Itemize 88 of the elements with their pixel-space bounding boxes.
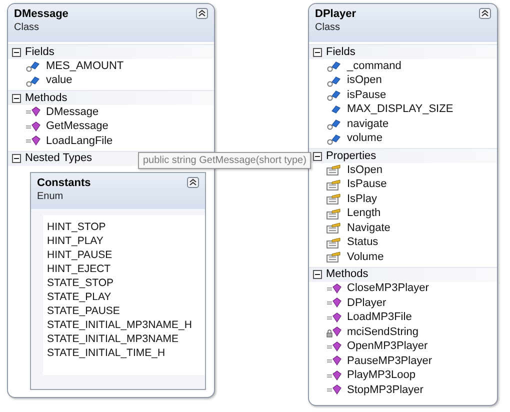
member-name: DMessage (46, 106, 99, 118)
class-name: DMessage (14, 8, 68, 21)
member-name: PlayMP3Loop (347, 370, 416, 382)
method-icon (326, 355, 342, 368)
member-name: isOpen (347, 75, 382, 86)
enum-value: STATE_INITIAL_MP3NAME (47, 332, 180, 346)
section-title: Fields (25, 44, 54, 60)
section-title: Nested Types (25, 151, 92, 166)
member-name: Navigate (347, 222, 390, 234)
member-name: MES_AMOUNT (46, 60, 124, 72)
field-icon (326, 118, 342, 130)
enum-value: HINT_EJECT (47, 262, 112, 276)
member-name: IsOpen (347, 164, 382, 176)
enum-value: HINT_STOP (47, 220, 107, 234)
section-title: Fields (326, 44, 356, 60)
property-icon (326, 164, 342, 176)
section-header[interactable]: Methods (309, 266, 497, 282)
member-name: navigate (347, 118, 389, 130)
section-title: Properties (326, 148, 376, 164)
section-header[interactable]: Fields (8, 44, 214, 59)
method-icon (326, 282, 342, 295)
property-icon (326, 178, 342, 191)
class-kind: Enum (37, 190, 64, 202)
property-icon (326, 208, 342, 220)
member-name: isPause (347, 90, 386, 101)
class-name: DPlayer (315, 8, 356, 21)
section-header[interactable]: Fields (309, 44, 497, 59)
method-icon (326, 297, 342, 310)
enum-value: HINT_PLAY (47, 234, 104, 248)
collapse-icon[interactable] (12, 48, 21, 56)
member-name: LoadLangFile (46, 136, 113, 147)
section-header[interactable]: Properties (309, 148, 497, 163)
member-name: MAX_DISPLAY_SIZE (347, 104, 454, 116)
member-name: PauseMP3Player (347, 356, 432, 367)
collapse-icon[interactable] (12, 94, 21, 102)
member-name: _command (347, 60, 402, 72)
collapse-toggle-icon[interactable] (479, 8, 491, 19)
member-name: volume (347, 133, 382, 144)
collapse-icon[interactable] (12, 154, 21, 163)
member-name: mciSendString (347, 326, 419, 338)
member-name: Volume (347, 252, 384, 263)
enum-value: STATE_INITIAL_MP3NAME_H (47, 318, 193, 332)
section-title: Methods (326, 267, 368, 282)
collapse-icon[interactable] (313, 48, 322, 56)
member-name: IsPause (347, 179, 387, 190)
member-name: Length (347, 208, 381, 220)
member-name: LoadMP3File (347, 312, 412, 324)
method-icon (326, 370, 342, 382)
member-name: DPlayer (347, 298, 386, 309)
property-icon (326, 193, 342, 206)
field-icon (326, 60, 342, 72)
tooltip: public string GetMessage(short type) (138, 152, 312, 169)
class-kind: Class (315, 21, 342, 34)
section-title: Methods (25, 90, 68, 106)
collapse-toggle-icon[interactable] (187, 176, 199, 188)
member-name: GetMessage (46, 121, 108, 132)
enum-value: STATE_INITIAL_TIME_H (47, 346, 166, 360)
field-icon (326, 89, 342, 102)
class-kind: Class (14, 21, 40, 34)
method-icon (326, 312, 342, 324)
member-name: value (46, 75, 72, 86)
method-icon (326, 384, 342, 396)
section-header[interactable]: Methods (8, 90, 214, 105)
member-name: IsPlay (347, 194, 377, 205)
field-icon (25, 74, 41, 87)
enum-value: HINT_PAUSE (47, 248, 114, 262)
member-name: StopMP3Player (347, 384, 424, 396)
method-icon (25, 120, 41, 133)
method-icon (25, 135, 41, 148)
field-icon (25, 60, 41, 72)
collapse-icon[interactable] (313, 270, 322, 279)
enum-value: STATE_STOP (47, 276, 115, 290)
class-name: Constants (37, 176, 91, 190)
method-icon (25, 106, 41, 118)
collapse-icon[interactable] (313, 152, 322, 160)
enum-value: STATE_PLAY (47, 290, 112, 304)
method-icon (326, 340, 342, 353)
property-icon (326, 222, 342, 234)
property-icon (326, 251, 342, 264)
field-icon (326, 74, 342, 87)
field-icon (326, 132, 342, 145)
property-icon (326, 236, 342, 249)
collapse-toggle-icon[interactable] (196, 8, 208, 19)
enum-value: STATE_PAUSE (47, 304, 121, 318)
private-method-icon (326, 326, 342, 338)
member-name: OpenMP3Player (347, 341, 428, 352)
member-name: Status (347, 237, 378, 248)
member-name: CloseMP3Player (347, 283, 429, 294)
